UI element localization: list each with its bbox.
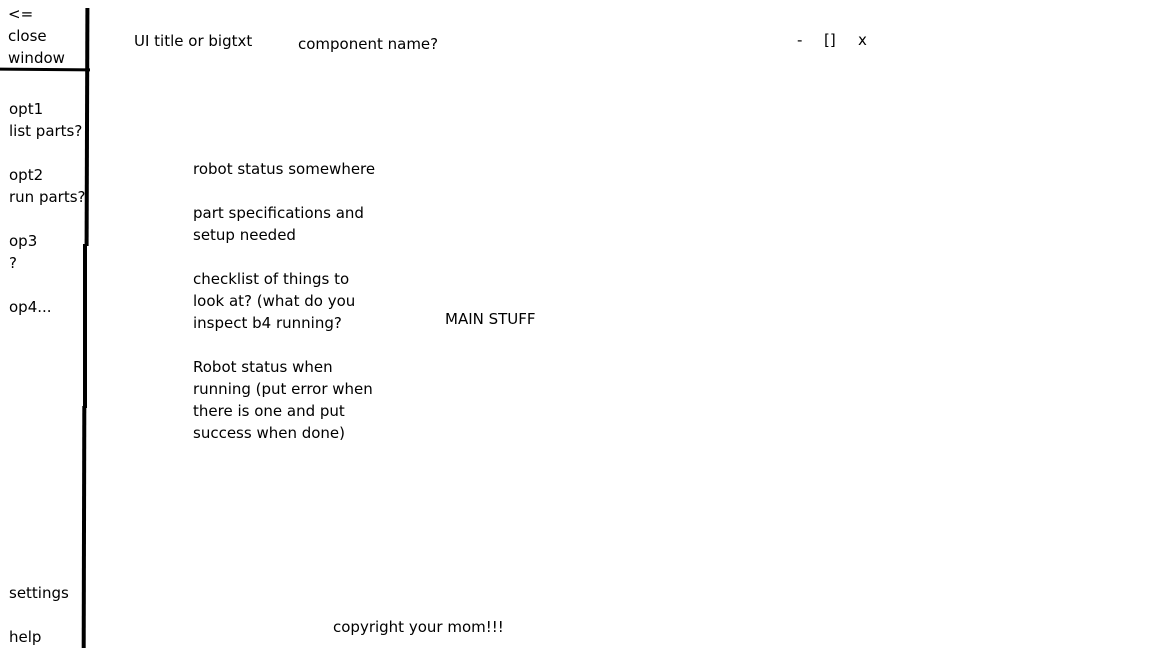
sidebar-item-settings[interactable]: settings	[9, 582, 69, 604]
sidebar-item-op4-title: op4...	[9, 298, 52, 316]
robot-running-line3: there is one and put	[193, 402, 345, 420]
close-window-label-line1: close	[8, 27, 47, 45]
sidebar-item-help[interactable]: help	[9, 626, 41, 648]
sidebar-item-opt2-desc: run parts?	[9, 188, 86, 206]
sidebar-divider-top	[84, 7, 90, 247]
maximize-button[interactable]: []	[824, 29, 836, 51]
sidebar-divider-middle	[83, 244, 87, 408]
part-specs-line1: part specifications and	[193, 204, 364, 222]
sidebar-item-opt1[interactable]: opt1 list parts?	[9, 98, 82, 142]
back-arrow-icon: <=	[8, 5, 34, 23]
robot-running-line4: success when done)	[193, 424, 346, 442]
sidebar-divider-bottom	[81, 405, 87, 648]
close-window-button[interactable]: <= close window	[8, 3, 65, 69]
sidebar-item-opt1-title: opt1	[9, 100, 44, 118]
robot-status-text: robot status somewhere	[193, 160, 376, 178]
close-button[interactable]: x	[858, 29, 867, 51]
component-name: component name?	[298, 35, 439, 53]
robot-running-line2: running (put error when	[193, 380, 373, 398]
minimize-button[interactable]: -	[797, 29, 802, 51]
checklist-line1: checklist of things to	[193, 270, 350, 288]
part-specs-line2: setup needed	[193, 226, 296, 244]
sidebar-item-op3[interactable]: op3 ?	[9, 230, 37, 274]
sidebar-item-op3-desc: ?	[9, 254, 17, 272]
robot-status-panel: robot status somewhere	[193, 158, 393, 180]
main-stuff-area: MAIN STUFF	[445, 310, 536, 328]
close-window-label-line2: window	[8, 49, 65, 67]
checklist-panel: checklist of things to look at? (what do…	[193, 268, 393, 334]
sidebar-item-opt2[interactable]: opt2 run parts?	[9, 164, 86, 208]
ui-title: UI title or bigtxt	[134, 32, 253, 50]
sidebar-item-op4[interactable]: op4...	[9, 296, 52, 318]
robot-running-line1: Robot status when	[193, 358, 333, 376]
checklist-line3: inspect b4 running?	[193, 314, 342, 332]
part-specs-panel: part specifications and setup needed	[193, 202, 393, 246]
sidebar-item-op3-title: op3	[9, 232, 38, 250]
sidebar-item-opt2-title: opt2	[9, 166, 44, 184]
sidebar-item-opt1-desc: list parts?	[9, 122, 83, 140]
checklist-line2: look at? (what do you	[193, 292, 356, 310]
robot-running-status-panel: Robot status when running (put error whe…	[193, 356, 393, 444]
copyright-text: copyright your mom!!!	[333, 618, 504, 636]
